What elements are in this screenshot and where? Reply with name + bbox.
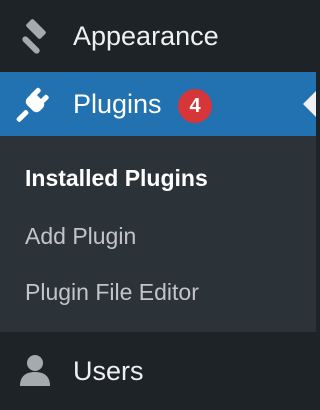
sidebar-item-appearance[interactable]: Appearance: [0, 0, 316, 72]
update-count-badge: 4: [178, 89, 212, 123]
sidebar-item-label: Users: [73, 355, 144, 386]
sidebar-item-label: Appearance: [73, 20, 219, 51]
plugin-icon: [16, 85, 54, 123]
active-menu-pointer: [303, 91, 316, 117]
submenu-item-installed-plugins[interactable]: Installed Plugins: [25, 165, 208, 192]
submenu-item-add-plugin[interactable]: Add Plugin: [25, 223, 136, 250]
admin-sidebar-menu: Appearance Plugins 4 Installed Plugins A…: [0, 0, 316, 410]
plugins-submenu: Installed Plugins Add Plugin Plugin File…: [0, 136, 316, 332]
user-icon: [16, 352, 54, 390]
paintbrush-icon: [16, 17, 54, 55]
sidebar-item-plugins[interactable]: Plugins 4: [0, 72, 316, 136]
sidebar-item-users[interactable]: Users: [0, 332, 316, 410]
sidebar-item-label: Plugins: [73, 88, 162, 119]
submenu-item-plugin-file-editor[interactable]: Plugin File Editor: [25, 279, 199, 306]
